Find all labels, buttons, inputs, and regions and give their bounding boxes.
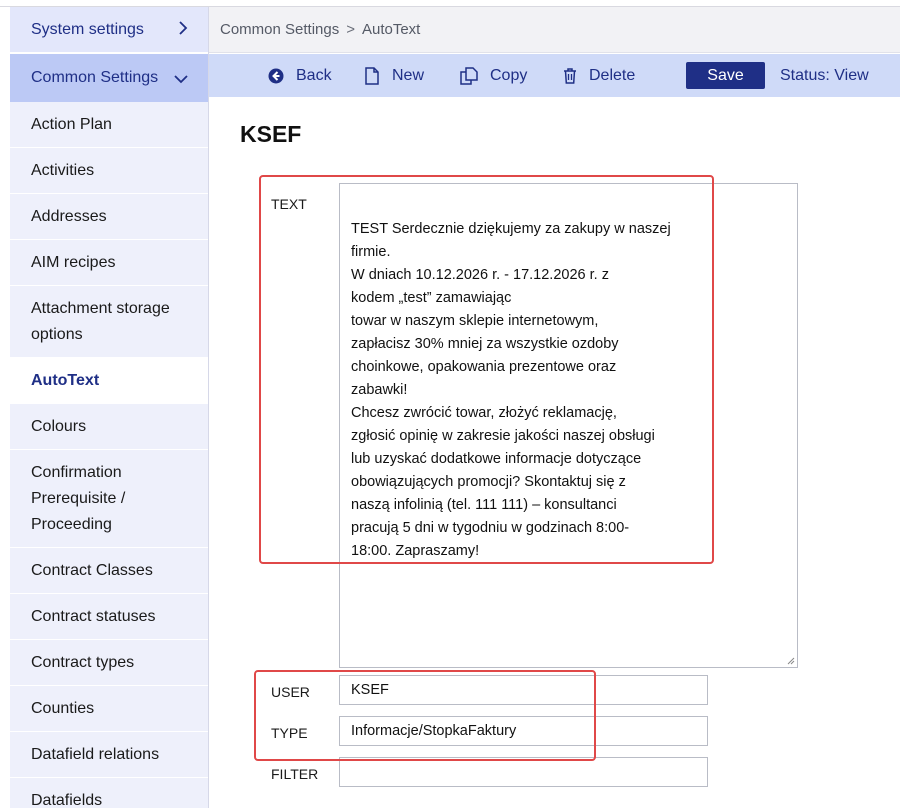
save-button[interactable]: Save (686, 62, 765, 89)
sidebar-group-common-settings[interactable]: Common Settings (10, 54, 208, 102)
highlight-box-user-type (254, 670, 596, 761)
breadcrumb-parent[interactable]: Common Settings (220, 21, 339, 38)
sidebar: System settings Common Settings Action P… (0, 7, 209, 808)
new-button[interactable]: New (364, 54, 424, 97)
new-label: New (392, 66, 425, 84)
sidebar-item[interactable]: Activities (10, 148, 208, 194)
sidebar-item[interactable]: AIM recipes (10, 240, 208, 286)
sidebar-item-label: Contract Classes (31, 561, 153, 579)
delete-label: Delete (589, 66, 636, 84)
sidebar-item-list: Action Plan Activities Addresses AIM rec… (10, 102, 208, 808)
resize-grip-icon[interactable] (785, 655, 795, 665)
sidebar-item-label: Action Plan (31, 115, 112, 133)
sidebar-item[interactable]: Action Plan (10, 102, 208, 148)
sidebar-item-label: Colours (31, 417, 87, 435)
filter-label: FILTER (271, 766, 319, 782)
sidebar-item-label: Contract statuses (31, 607, 156, 625)
trash-icon (564, 67, 576, 84)
back-button[interactable]: Back (268, 54, 332, 97)
sidebar-group-system-settings[interactable]: System settings (10, 7, 208, 53)
sidebar-item[interactable]: Counties (10, 686, 208, 732)
sidebar-item-label: Addresses (31, 207, 107, 225)
sidebar-item[interactable]: Datafields (10, 778, 208, 808)
sidebar-item[interactable]: Contract types (10, 640, 208, 686)
sidebar-item-label: Counties (31, 699, 95, 717)
sidebar-item-label: Contract types (31, 653, 135, 671)
sidebar-item-label: AIM recipes (31, 253, 116, 271)
sidebar-group-label: Common Settings (31, 69, 159, 86)
sidebar-item-label: Attachment storage options (31, 299, 170, 343)
sidebar-item-label: Activities (31, 161, 95, 179)
chevron-right-icon (178, 21, 188, 38)
sidebar-item[interactable]: Addresses (10, 194, 208, 240)
toolbar: Back New Copy Delete Save Status: View (209, 54, 900, 97)
delete-button[interactable]: Delete (563, 54, 635, 97)
sidebar-item[interactable]: Contract Classes (10, 548, 208, 594)
sidebar-item-autotext[interactable]: AutoText (10, 358, 208, 404)
breadcrumb: Common Settings > AutoText (209, 7, 900, 53)
breadcrumb-separator: > (346, 21, 355, 38)
sidebar-item-label: Confirmation Prerequisite / Proceeding (31, 463, 126, 533)
copy-label: Copy (490, 66, 528, 84)
sidebar-item-label: Datafields (31, 791, 103, 808)
sidebar-item-label: Datafield relations (31, 745, 160, 763)
highlight-box-text (259, 175, 714, 564)
sidebar-item-label: AutoText (31, 371, 100, 389)
copy-icon (460, 66, 478, 85)
sidebar-group-label: System settings (31, 20, 144, 38)
filter-field[interactable] (339, 757, 708, 787)
window-top-edge (0, 0, 900, 7)
sidebar-item[interactable]: Attachment storage options (10, 286, 208, 358)
page-title: KSEF (240, 121, 302, 147)
breadcrumb-current: AutoText (361, 21, 421, 38)
copy-button[interactable]: Copy (460, 54, 527, 97)
sidebar-item[interactable]: Confirmation Prerequisite / Proceeding (10, 450, 208, 548)
sidebar-item[interactable]: Colours (10, 404, 208, 450)
chevron-down-icon (174, 71, 188, 87)
status-indicator: Status: View (780, 66, 869, 84)
back-arrow-icon (268, 68, 284, 83)
sidebar-item[interactable]: Datafield relations (10, 732, 208, 778)
back-label: Back (296, 66, 332, 84)
new-document-icon (365, 66, 379, 85)
sidebar-item[interactable]: Contract statuses (10, 594, 208, 640)
